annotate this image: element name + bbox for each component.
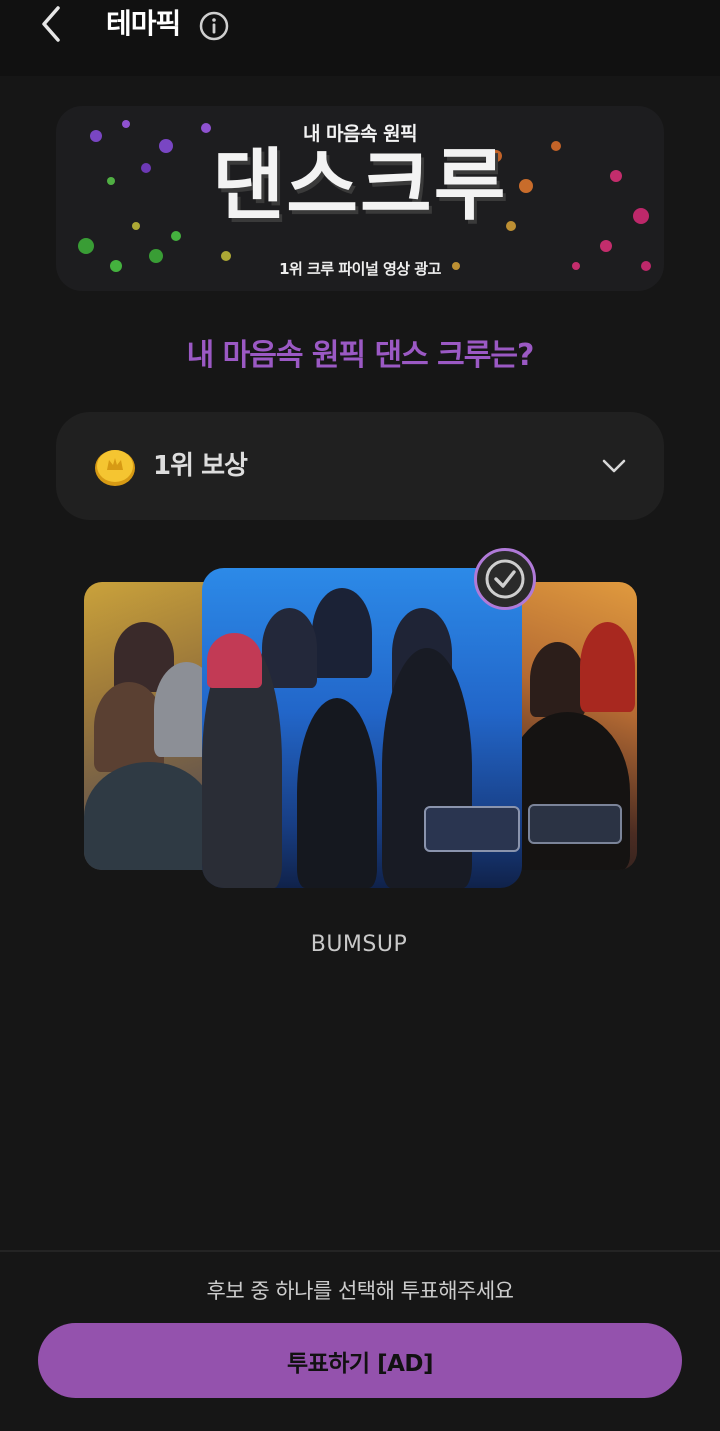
- vote-button[interactable]: 투표하기 [AD]: [38, 1323, 682, 1398]
- crew-photo-figure: [382, 648, 472, 888]
- banner-title: 댄스크루: [212, 141, 508, 231]
- crew-card-selected[interactable]: [202, 568, 522, 888]
- chevron-left-icon[interactable]: [30, 2, 74, 46]
- vote-instruction: 후보 중 하나를 선택해 투표해주세요: [206, 1279, 515, 1303]
- vote-question: 내 마음속 원픽 댄스 크루는?: [186, 338, 535, 373]
- page-title: 테마픽: [106, 7, 181, 40]
- coin-icon: [95, 450, 135, 486]
- app-header: 테마픽: [0, 0, 720, 76]
- check-icon: [485, 559, 525, 599]
- crew-photo-figure: [207, 633, 262, 688]
- reward-dropdown[interactable]: 1위 보상: [56, 412, 664, 520]
- crew-logo-badge: [424, 806, 520, 852]
- crew-photo-figure: [84, 762, 214, 870]
- crew-photo-figure: [530, 642, 585, 717]
- banner-caption: 1위 크루 파이널 영상 광고: [279, 260, 441, 278]
- footer-divider: [0, 1250, 720, 1252]
- event-banner[interactable]: 내 마음속 원픽 댄스크루 1위 크루 파이널 영상 광고: [56, 106, 664, 291]
- info-icon[interactable]: [198, 10, 230, 42]
- crew-photo-figure: [312, 588, 372, 678]
- crew-photo-figure: [505, 712, 630, 870]
- selected-crew-name: BUMSUP: [310, 932, 408, 957]
- chevron-down-icon[interactable]: [600, 452, 628, 480]
- reward-label: 1위 보상: [153, 451, 248, 481]
- crew-photo-figure: [580, 622, 635, 712]
- crew-logo-badge: [528, 804, 622, 844]
- crew-photo-figure: [297, 698, 377, 888]
- selected-check-badge: [474, 548, 536, 610]
